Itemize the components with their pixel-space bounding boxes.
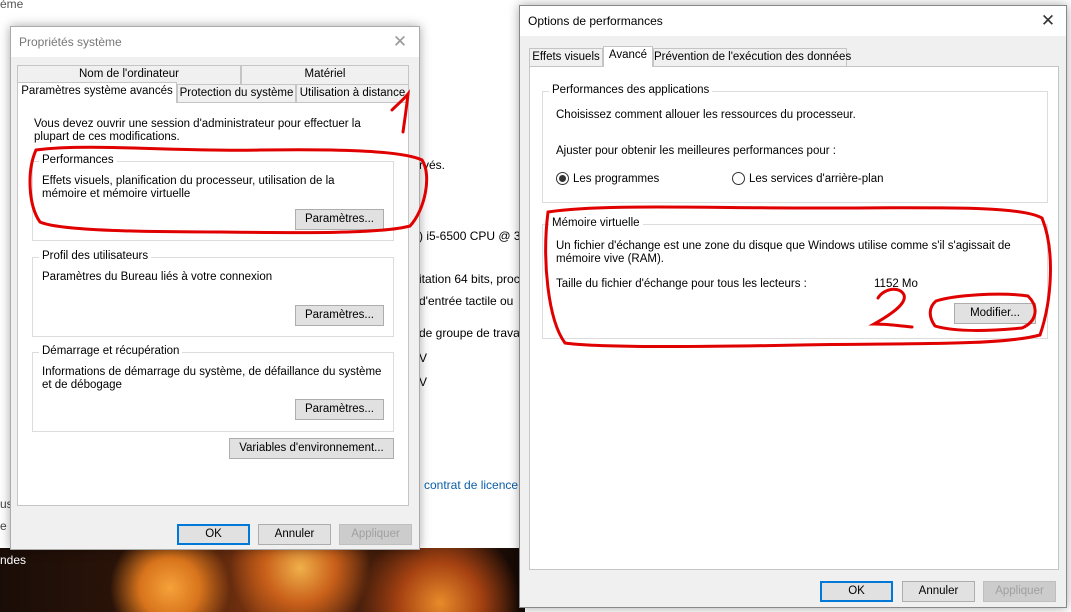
user-profiles-settings-button[interactable]: Paramètres... — [295, 305, 384, 326]
tab-remote[interactable]: Utilisation à distance — [296, 84, 409, 103]
admin-note: Vous devez ouvrir une session d'administ… — [34, 118, 361, 143]
performances-label: Performances — [39, 154, 117, 166]
background-cpu-fragment: ) i5-6500 CPU @ 3. — [419, 229, 524, 243]
background-services-radio[interactable] — [732, 172, 745, 185]
virtual-memory-group: Mémoire virtuelle Un fichier d'échange e… — [542, 217, 1048, 339]
paging-file-size-label: Taille du fichier d'échange pour tous le… — [556, 278, 807, 290]
background-v-fragment: V — [419, 351, 428, 365]
background-workgroup-fragment: de groupe de trava — [419, 326, 520, 340]
system-properties-window: Propriétés système ✕ Nom de l'ordinateur… — [10, 26, 420, 550]
adjust-for-label: Ajuster pour obtenir les meilleures perf… — [556, 145, 836, 157]
apply-button[interactable]: Appliquer — [339, 524, 412, 545]
title-bar: Propriétés système ✕ — [11, 27, 419, 57]
window-title: Propriétés système — [19, 35, 122, 49]
startup-recovery-description: Informations de démarrage du système, de… — [42, 366, 382, 391]
user-profiles-group: Profil des utilisateurs Paramètres du Bu… — [32, 250, 394, 337]
background-window-top — [0, 0, 520, 14]
performances-description: Effets visuels, planification du process… — [42, 175, 335, 200]
desktop-wallpaper — [0, 548, 525, 612]
tab-panel: Performances des applications Choisissez… — [529, 66, 1059, 570]
programs-radio-label[interactable]: Les programmes — [573, 173, 659, 186]
tab-system-protection[interactable]: Protection du système — [177, 84, 296, 103]
startup-recovery-group: Démarrage et récupération Informations d… — [32, 345, 394, 432]
tab-panel: Vous devez ouvrir une session d'administ… — [17, 102, 409, 506]
ok-button[interactable]: OK — [820, 581, 893, 602]
paging-file-size-value: 1152 Mo — [874, 278, 918, 290]
tab-advanced-system-settings[interactable]: Paramètres système avancés — [17, 82, 177, 103]
modify-button[interactable]: Modifier... — [954, 303, 1036, 324]
user-profiles-label: Profil des utilisateurs — [39, 250, 152, 262]
startup-recovery-label: Démarrage et récupération — [39, 345, 183, 357]
application-performance-group: Performances des applications Choisissez… — [542, 84, 1048, 203]
cancel-button[interactable]: Annuler — [258, 524, 331, 545]
application-performance-description: Choisissez comment allouer les ressource… — [556, 109, 856, 121]
background-title-fragment: ème — [0, 0, 24, 11]
performance-options-window: Options de performances ✕ Effets visuels… — [519, 5, 1067, 608]
desktop-icon-label: ndes — [0, 553, 27, 567]
background-touch-fragment: d'entrée tactile ou — [419, 294, 514, 308]
programs-radio[interactable] — [556, 172, 569, 185]
background-v-fragment: V — [419, 375, 428, 389]
user-profiles-description: Paramètres du Bureau liés à votre connex… — [42, 271, 273, 283]
apply-button[interactable]: Appliquer — [983, 581, 1056, 602]
virtual-memory-description: Un fichier d'échange est une zone du dis… — [556, 240, 1011, 265]
tab-visual-effects[interactable]: Effets visuels — [529, 48, 603, 67]
background-left-fragment: e — [0, 519, 7, 533]
tab-hardware[interactable]: Matériel — [241, 65, 409, 84]
license-link[interactable]: contrat de licence — [424, 478, 518, 492]
startup-recovery-settings-button[interactable]: Paramètres... — [295, 399, 384, 420]
tab-advanced[interactable]: Avancé — [603, 46, 653, 67]
cancel-button[interactable]: Annuler — [902, 581, 975, 602]
close-icon[interactable]: ✕ — [389, 31, 411, 53]
performances-group: Performances Effets visuels, planificati… — [32, 154, 394, 241]
close-icon[interactable]: ✕ — [1037, 10, 1059, 32]
background-os-fragment: itation 64 bits, proc — [419, 272, 520, 286]
background-text-fragment: rvés. — [419, 158, 446, 172]
ok-button[interactable]: OK — [177, 524, 250, 545]
performances-settings-button[interactable]: Paramètres... — [295, 209, 384, 230]
virtual-memory-label: Mémoire virtuelle — [549, 217, 643, 229]
background-services-radio-label[interactable]: Les services d'arrière-plan — [749, 173, 884, 186]
title-bar: Options de performances ✕ — [520, 6, 1066, 36]
application-performance-label: Performances des applications — [549, 84, 713, 96]
window-title: Options de performances — [528, 14, 663, 28]
environment-variables-button[interactable]: Variables d'environnement... — [229, 438, 394, 459]
tab-data-execution-prevention[interactable]: Prévention de l'exécution des données — [653, 48, 851, 67]
